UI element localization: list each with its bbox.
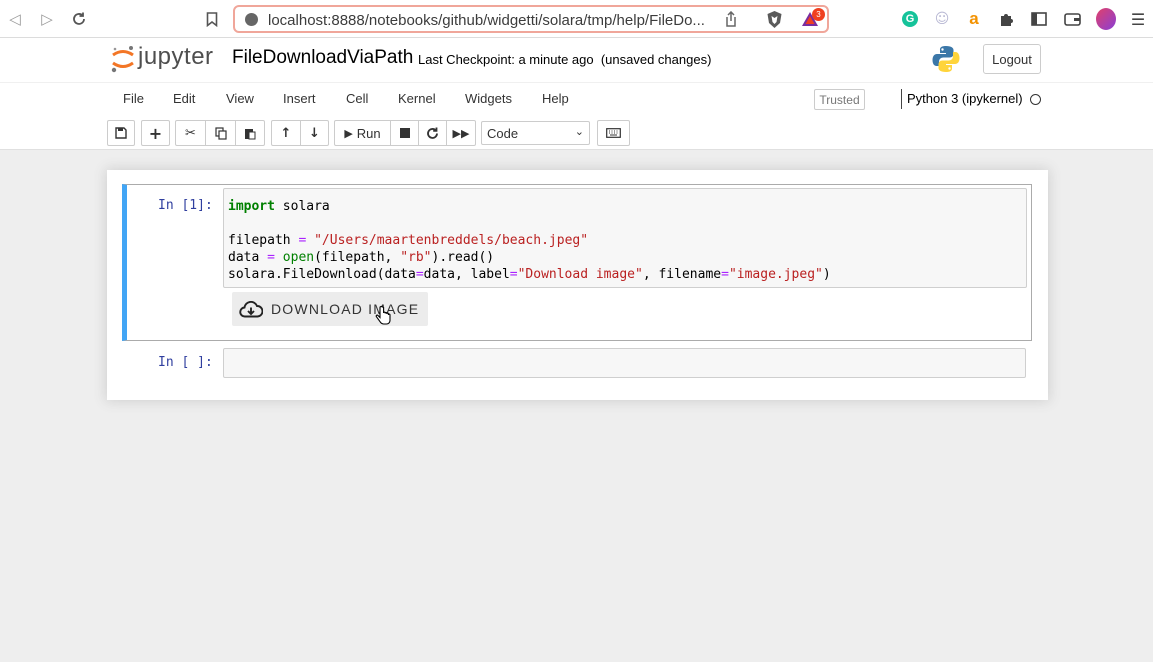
run-label: Run xyxy=(356,125,381,141)
download-image-button[interactable]: DOWNLOAD IMAGE xyxy=(232,292,428,326)
code-cell-selected[interactable]: In [1]: import solara filepath = "/Users… xyxy=(122,184,1032,341)
share-icon[interactable] xyxy=(724,10,738,33)
code-string: "rb" xyxy=(400,250,432,265)
download-image-label: DOWNLOAD IMAGE xyxy=(271,301,420,317)
cloud-download-icon xyxy=(239,300,263,318)
add-cell-icon[interactable]: + xyxy=(142,121,169,145)
code-string: "/Users/maartenbreddels/beach.jpeg" xyxy=(314,233,589,248)
notebook-container: In [1]: import solara filepath = "/Users… xyxy=(107,170,1048,400)
grammarly-extension-icon[interactable]: G xyxy=(900,9,920,29)
code-keyword: import xyxy=(228,199,275,214)
run-button[interactable]: ▶ Run xyxy=(335,121,391,145)
reload-icon[interactable] xyxy=(69,9,89,29)
chevron-down-icon: ⌄ xyxy=(574,125,584,138)
paste-icon[interactable] xyxy=(236,121,264,145)
move-up-icon[interactable]: ↑ xyxy=(272,121,301,145)
unsaved-changes-text: (unsaved changes) xyxy=(600,52,712,67)
menu-cell[interactable]: Cell xyxy=(346,91,368,106)
profile-avatar-icon[interactable] xyxy=(1096,8,1116,30)
pointer-cursor-icon xyxy=(375,306,391,331)
cell-type-select[interactable]: Code ⌄ xyxy=(481,121,590,145)
site-info-icon[interactable] xyxy=(245,13,258,26)
logout-button[interactable]: Logout xyxy=(983,44,1041,74)
code-line-4: data = open(filepath, "rb").read() xyxy=(228,250,495,265)
code-operator: = xyxy=(721,267,729,282)
kernel-divider xyxy=(901,89,902,109)
url-text: localhost:8888/notebooks/github/widgetti… xyxy=(268,12,705,29)
checkpoint-status: Last Checkpoint: a minute ago (unsaved c… xyxy=(418,52,711,67)
back-icon[interactable]: ◁ xyxy=(5,9,25,29)
menu-insert[interactable]: Insert xyxy=(283,91,316,106)
brave-shield-icon[interactable] xyxy=(766,10,783,34)
menu-file[interactable]: File xyxy=(123,91,144,106)
code-line-1: import solara xyxy=(228,199,330,214)
robot-extension-icon[interactable]: ☺ xyxy=(932,9,952,29)
code-editor-empty[interactable] xyxy=(223,348,1026,378)
extensions-puzzle-icon[interactable] xyxy=(997,9,1017,29)
address-bar[interactable]: localhost:8888/notebooks/github/widgetti… xyxy=(233,5,829,33)
sidebar-toggle-icon[interactable] xyxy=(1029,9,1049,29)
checkpoint-text: Last Checkpoint: a minute ago xyxy=(418,52,594,67)
code-operator: = xyxy=(415,267,424,282)
bookmark-icon[interactable] xyxy=(202,9,222,29)
move-down-icon[interactable]: ↓ xyxy=(301,121,328,145)
menu-widgets[interactable]: Widgets xyxy=(465,91,512,106)
code-string: "Download image" xyxy=(517,267,643,282)
forward-icon[interactable]: ▷ xyxy=(37,9,57,29)
jupyter-header: jupyter FileDownloadViaPath Last Checkpo… xyxy=(0,38,1153,82)
python-logo-icon xyxy=(931,44,961,79)
code-builtin: open xyxy=(282,250,315,265)
input-prompt: In [ ]: xyxy=(158,355,213,370)
toolbar-group-run: ▶ Run ▶▶ xyxy=(334,120,476,146)
browser-toolbar: ◁ ▷ localhost:8888/notebooks/github/widg… xyxy=(0,0,1153,38)
run-icon: ▶ xyxy=(344,126,353,140)
toolbar-group-commands xyxy=(597,120,630,146)
amazon-assistant-icon[interactable]: a xyxy=(964,9,984,29)
trusted-indicator[interactable]: Trusted xyxy=(814,89,865,110)
code-string: "image.jpeg" xyxy=(728,267,823,282)
restart-kernel-icon[interactable] xyxy=(419,121,447,145)
menu-help[interactable]: Help xyxy=(542,91,569,106)
menu-edit[interactable]: Edit xyxy=(173,91,195,106)
notebook-toolbar: + ✂ ↑ ↓ ▶ Run ▶▶ Code ⌄ xyxy=(0,116,1153,150)
menu-bar: File Edit View Insert Cell Kernel Widget… xyxy=(0,82,1153,116)
toolbar-group-clipboard: ✂ xyxy=(175,120,265,146)
code-cell-empty[interactable]: In [ ]: xyxy=(122,347,1032,379)
input-prompt: In [1]: xyxy=(158,198,213,213)
notebook-title[interactable]: FileDownloadViaPath xyxy=(232,47,413,69)
kernel-idle-indicator-icon xyxy=(1030,94,1041,105)
jupyter-logo-text[interactable]: jupyter xyxy=(138,43,214,71)
jupyter-logo-icon[interactable] xyxy=(110,45,136,78)
cell-type-value: Code xyxy=(487,126,519,141)
code-operator: = xyxy=(298,233,307,248)
save-icon[interactable] xyxy=(108,121,134,145)
browser-menu-icon[interactable]: ☰ xyxy=(1128,9,1148,29)
wallet-icon[interactable] xyxy=(1062,9,1082,29)
rewards-badge: 3 xyxy=(812,8,825,21)
interrupt-kernel-icon[interactable] xyxy=(391,121,419,145)
copy-icon[interactable] xyxy=(206,121,236,145)
cut-icon[interactable]: ✂ xyxy=(176,121,206,145)
code-operator: = xyxy=(509,267,518,282)
code-line-3: filepath = "/Users/maartenbreddels/beach… xyxy=(228,233,589,248)
code-operator: = xyxy=(267,250,275,265)
toolbar-group-save xyxy=(107,120,135,146)
code-editor[interactable]: import solara filepath = "/Users/maarten… xyxy=(223,188,1027,288)
menu-view[interactable]: View xyxy=(226,91,254,106)
code-line-5: solara.FileDownload(data=data, label="Do… xyxy=(228,267,831,282)
keyboard-icon[interactable] xyxy=(598,121,629,145)
menu-kernel[interactable]: Kernel xyxy=(398,91,436,106)
restart-run-all-icon[interactable]: ▶▶ xyxy=(447,121,475,145)
kernel-name[interactable]: Python 3 (ipykernel) xyxy=(907,91,1023,106)
toolbar-group-move: ↑ ↓ xyxy=(271,120,329,146)
toolbar-group-insert: + xyxy=(141,120,170,146)
